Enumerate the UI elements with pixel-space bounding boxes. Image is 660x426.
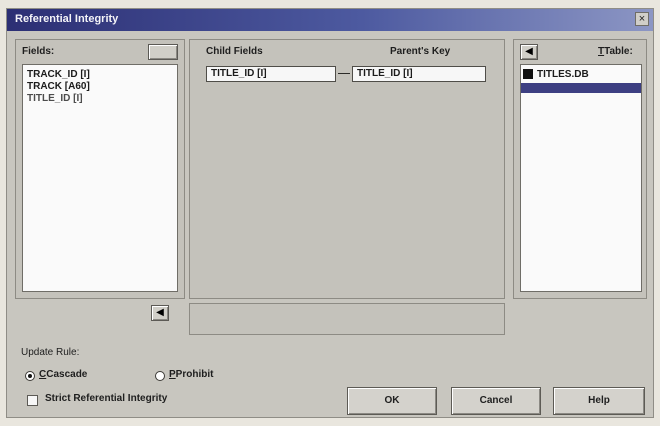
- close-icon: ×: [638, 13, 646, 25]
- field-item[interactable]: TRACK [A60]: [27, 81, 90, 92]
- mapping-footer: [189, 303, 505, 335]
- fields-label: Fields:: [22, 46, 55, 57]
- field-item[interactable]: TITLE_ID [I]: [27, 93, 83, 104]
- update-rule-label: Update Rule:: [21, 347, 80, 358]
- prohibit-radio[interactable]: [155, 371, 165, 381]
- strict-checkbox[interactable]: [27, 395, 38, 406]
- arrow-left-icon: ◀: [525, 46, 533, 57]
- strict-label: Strict Referential Integrity: [45, 393, 168, 404]
- cascade-radio[interactable]: [25, 371, 35, 381]
- fields-group: Fields: TRACK_ID [I] TRACK [A60] TITLE_I…: [15, 39, 185, 299]
- fields-list: TRACK_ID [I] TRACK [A60] TITLE_ID [I]: [22, 64, 178, 292]
- child-fields-label: Child Fields: [206, 46, 263, 57]
- fields-blank-button[interactable]: [148, 44, 178, 60]
- cancel-button[interactable]: Cancel: [451, 387, 541, 415]
- help-button[interactable]: Help: [553, 387, 645, 415]
- prohibit-label: PProhibit: [169, 369, 214, 380]
- table-list: TITLES.DB: [520, 64, 642, 292]
- table-item[interactable]: TITLES.DB: [537, 69, 589, 80]
- table-label: TTable:: [598, 46, 633, 57]
- child-field[interactable]: TITLE_ID [I]: [206, 66, 336, 82]
- table-group: ◀ TTable: TITLES.DB: [513, 39, 647, 299]
- mapping-connector: [338, 73, 350, 74]
- parent-key-field[interactable]: TITLE_ID [I]: [352, 66, 486, 82]
- title-bar: Referential Integrity ×: [7, 9, 653, 31]
- close-button[interactable]: ×: [635, 12, 649, 26]
- mapping-group: Child Fields Parent's Key TITLE_ID [I] T…: [189, 39, 505, 299]
- table-icon: [523, 69, 533, 79]
- arrow-left-icon: ◀: [156, 307, 164, 318]
- cascade-label: CCascade: [39, 369, 88, 380]
- fields-arrow-button[interactable]: ◀: [151, 305, 169, 321]
- table-selection: [521, 83, 641, 93]
- field-item[interactable]: TRACK_ID [I]: [27, 69, 90, 80]
- referential-integrity-dialog: Referential Integrity × Fields: TRACK_ID…: [6, 8, 654, 418]
- parents-key-label: Parent's Key: [390, 46, 451, 57]
- ok-button[interactable]: OK: [347, 387, 437, 415]
- dialog-title: Referential Integrity: [15, 13, 119, 25]
- table-arrow-button[interactable]: ◀: [520, 44, 538, 60]
